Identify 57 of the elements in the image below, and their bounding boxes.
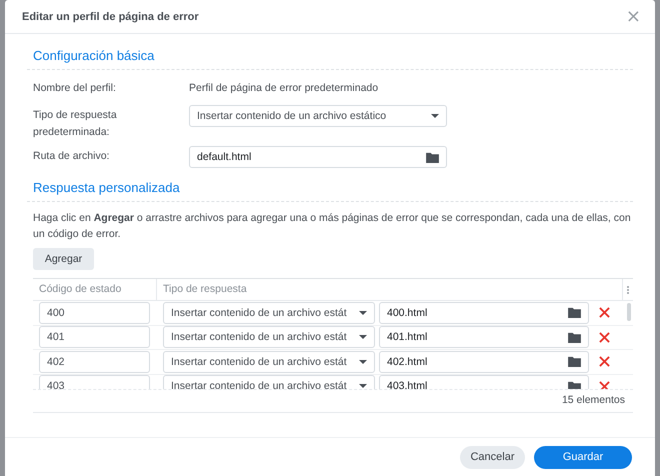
field-value: default.html [197,151,252,163]
cancel-button[interactable]: Cancelar [460,446,525,468]
caret-icon [431,114,439,118]
section-title: Respuesta personalizada [27,168,633,202]
section-title: Configuración básica [27,34,633,70]
dropdown-value: Insertar contenido de un archivo estát [171,331,348,344]
dropdown-value: Insertar contenido de un archivo estático [197,110,388,122]
add-button[interactable]: Agregar [33,248,94,270]
folder-icon[interactable] [426,152,439,162]
column-header: Código de estado [33,279,157,300]
dropdown-value: Insertar contenido de un archivo estát [171,306,348,319]
caret-icon [359,335,367,340]
file-path-field[interactable]: 402.html [379,350,589,373]
description-text: Haga clic en Agregar o arrastre archivos para agregar una o más páginas de error que se correspondan, cada una de ellas, con un código de error. [33,211,632,242]
field-value: 403.html [387,380,428,389]
folder-icon[interactable] [568,356,581,368]
dialog-title: Editar un perfil de página de error [22,10,199,22]
field-value: 400 [47,306,66,319]
status-code-field[interactable]: 403 [39,375,150,389]
status-code-field[interactable]: 400 [39,302,150,324]
caret-icon [359,360,367,364]
save-button[interactable]: Guardar [534,446,632,468]
field-value: 402.html [387,356,428,368]
dropdown[interactable]: Insertar contenido de un archivo estát [163,302,375,324]
dropdown[interactable]: Insertar contenido de un archivo estático [189,105,447,127]
dropdown-value: Insertar contenido de un archivo estát [171,356,348,368]
field-value: 403 [47,380,66,389]
field-value: 400.html [387,306,428,319]
dropdown-value: Insertar contenido de un archivo estát [171,380,348,389]
file-path-field[interactable]: 403.html [379,375,589,389]
folder-icon[interactable] [568,307,581,318]
status-code-field[interactable]: 401 [39,326,150,348]
delete-icon[interactable] [599,356,610,368]
field-value: 401.html [387,331,428,344]
field-value: 402 [47,356,66,368]
dropdown[interactable]: Insertar contenido de un archivo estát [163,350,375,373]
delete-icon[interactable] [599,307,610,318]
field-value: 401 [47,331,66,344]
folder-icon[interactable] [568,332,581,343]
column-header: Tipo de respuesta [157,279,623,300]
scrollbar[interactable] [627,303,631,321]
dropdown[interactable]: Insertar contenido de un archivo estát [163,375,375,389]
file-path-field[interactable]: default.html [189,146,447,168]
folder-icon[interactable] [568,380,581,389]
status-code-field[interactable]: 402 [39,350,150,373]
field-label: Ruta de archivo: [33,149,110,164]
field-label: Nombre del perfil: [33,81,117,96]
caret-icon [359,310,367,315]
file-path-field[interactable]: 400.html [379,302,589,324]
field-label: Tipo de respuesta predeterminada: [33,108,118,140]
dropdown[interactable]: Insertar contenido de un archivo estát [163,326,375,348]
caret-icon [359,384,367,388]
delete-icon[interactable] [599,332,610,343]
file-path-field[interactable]: 401.html [379,326,589,348]
field-value: Perfil de página de error predeterminado [189,81,378,96]
item-count: 15 elementos [560,393,626,408]
delete-icon[interactable] [599,380,610,389]
